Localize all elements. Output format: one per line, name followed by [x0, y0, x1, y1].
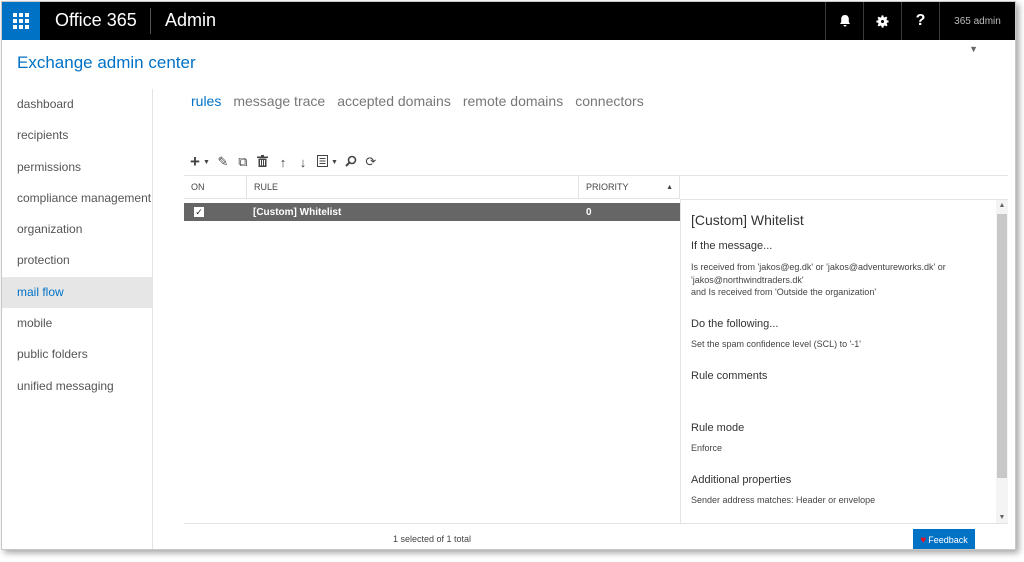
move-up-icon[interactable]: ↑: [276, 155, 290, 170]
nav-item-dashboard[interactable]: dashboard: [2, 89, 152, 120]
add-icon[interactable]: +: [188, 152, 202, 172]
details-pane: [Custom] Whitelist If the message... Is …: [680, 199, 1008, 524]
tab-bar: rules message trace accepted domains rem…: [191, 93, 644, 109]
table-header: ON RULE PRIORITY ▲: [184, 175, 680, 199]
app-window: Office 365 Admin ? 365 admin Exchange ad…: [1, 1, 1016, 550]
tab-accepted-domains[interactable]: accepted domains: [337, 93, 451, 109]
details-comments-heading: Rule comments: [691, 370, 768, 382]
column-header-priority[interactable]: PRIORITY ▲: [579, 176, 680, 198]
nav-item-public-folders[interactable]: public folders: [2, 339, 152, 370]
app-launcher-button[interactable]: [2, 2, 40, 40]
page-title: Exchange admin center: [17, 53, 196, 72]
details-if-text: Is received from 'jakos@eg.dk' or 'jakos…: [691, 262, 946, 285]
help-icon[interactable]: ?: [901, 2, 939, 40]
enabled-checkbox[interactable]: ✓: [194, 207, 204, 217]
details-if-text-2: and Is received from 'Outside the organi…: [691, 287, 877, 297]
details-props-text: Sender address matches: Header or envelo…: [691, 495, 876, 505]
refresh-icon[interactable]: ⟳: [364, 154, 378, 170]
delete-icon[interactable]: [256, 154, 270, 170]
column-header-priority-label: PRIORITY: [586, 182, 629, 192]
tab-connectors[interactable]: connectors: [575, 93, 643, 109]
copy-icon[interactable]: ⧉: [236, 154, 250, 170]
details-do-heading: Do the following...: [691, 318, 779, 330]
details-scrollbar[interactable]: ▲ ▼: [996, 200, 1008, 523]
nav-item-unified-messaging[interactable]: unified messaging: [2, 371, 152, 402]
app-title[interactable]: Admin: [165, 10, 216, 31]
cell-rule-name: [Custom] Whitelist: [253, 206, 342, 218]
nav-item-compliance-management[interactable]: compliance management: [2, 183, 152, 214]
tab-message-trace[interactable]: message trace: [233, 93, 325, 109]
column-header-rule[interactable]: RULE: [247, 176, 579, 198]
scroll-thumb[interactable]: [997, 214, 1007, 478]
rules-table: ON RULE PRIORITY ▲ ✓ [Custom] Whitelist …: [184, 175, 680, 524]
column-header-on[interactable]: ON: [184, 176, 247, 198]
chevron-down-icon[interactable]: ▼: [203, 159, 210, 166]
waffle-icon: [13, 13, 29, 29]
nav-item-mail-flow[interactable]: mail flow: [2, 276, 152, 309]
move-down-icon[interactable]: ↓: [296, 155, 310, 170]
details-mode-heading: Rule mode: [691, 422, 745, 434]
search-icon[interactable]: [344, 155, 358, 170]
nav-item-organization[interactable]: organization: [2, 214, 152, 245]
selection-status: 1 selected of 1 total: [392, 534, 472, 544]
chevron-down-icon[interactable]: ▼: [331, 159, 338, 166]
scroll-down-icon[interactable]: ▼: [996, 514, 1008, 521]
scroll-up-icon[interactable]: ▲: [996, 202, 1008, 209]
cell-priority: 0: [586, 206, 592, 218]
tab-remote-domains[interactable]: remote domains: [463, 93, 563, 109]
edit-icon[interactable]: ✎: [216, 154, 230, 170]
details-title: [Custom] Whitelist: [691, 212, 804, 228]
details-props-heading: Additional properties: [691, 474, 792, 486]
more-icon[interactable]: [316, 154, 330, 170]
nav-item-mobile[interactable]: mobile: [2, 308, 152, 339]
topbar-divider: [150, 8, 151, 34]
toolbar: + ▼ ✎ ⧉ ↑ ↓ ▼ ⟳: [188, 152, 378, 172]
tab-rules[interactable]: rules: [191, 93, 221, 109]
cell-on: ✓: [184, 207, 247, 217]
sort-ascending-icon: ▲: [666, 183, 673, 191]
left-navigation: dashboard recipients permissions complia…: [2, 89, 153, 549]
feedback-button[interactable]: ♥ Feedback: [913, 529, 975, 549]
details-if-heading: If the message...: [691, 240, 773, 252]
chevron-down-icon[interactable]: ▼: [969, 44, 978, 54]
brand-name[interactable]: Office 365: [55, 10, 137, 31]
gear-icon[interactable]: [863, 2, 901, 40]
nav-item-recipients[interactable]: recipients: [2, 120, 152, 151]
feedback-label: Feedback: [928, 535, 968, 545]
details-header-divider: [680, 175, 1008, 176]
table-row[interactable]: ✓ [Custom] Whitelist 0: [184, 203, 680, 221]
bell-icon[interactable]: [825, 2, 863, 40]
top-bar: Office 365 Admin ? 365 admin: [2, 2, 1015, 40]
nav-item-permissions[interactable]: permissions: [2, 152, 152, 183]
user-name[interactable]: 365 admin: [939, 2, 1015, 40]
details-mode-text: Enforce: [691, 443, 723, 453]
details-do-text: Set the spam confidence level (SCL) to '…: [691, 339, 862, 349]
heart-icon: ♥: [920, 534, 927, 546]
nav-item-protection[interactable]: protection: [2, 245, 152, 276]
topbar-actions: ? 365 admin: [825, 2, 1015, 40]
